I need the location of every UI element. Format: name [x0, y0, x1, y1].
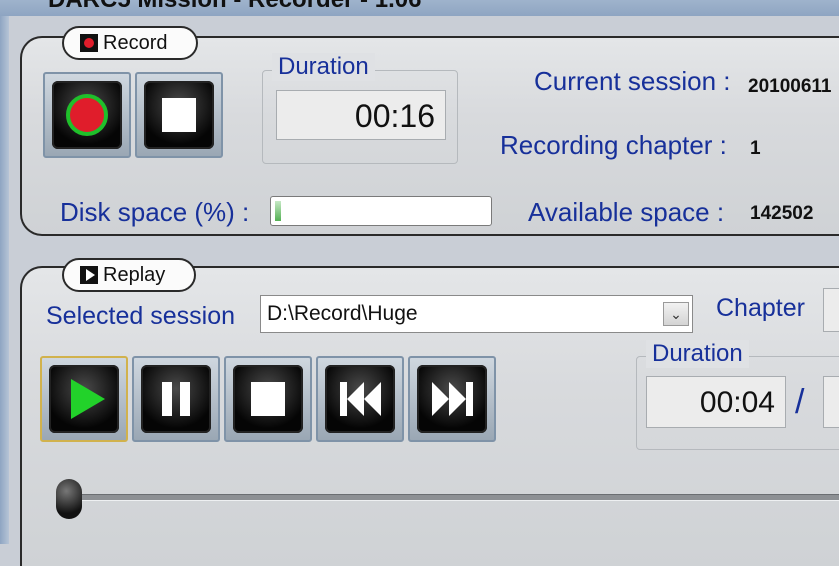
- next-icon: [417, 365, 487, 433]
- chapter-field[interactable]: [823, 288, 839, 332]
- pause-button[interactable]: [132, 356, 220, 442]
- duration-separator: /: [795, 383, 805, 421]
- recording-chapter-label: Recording chapter :: [500, 130, 727, 160]
- stop-icon: [144, 81, 214, 149]
- chapter-label: Chapter: [716, 294, 805, 322]
- replay-stop-button[interactable]: [224, 356, 312, 442]
- record-tab-icon: [80, 34, 98, 52]
- disk-space-label: Disk space (%) :: [60, 197, 250, 227]
- next-button[interactable]: [408, 356, 496, 442]
- selected-session-label: Selected session: [46, 302, 236, 330]
- disk-space-progress: [270, 196, 492, 226]
- record-tab-label: Record: [103, 31, 168, 54]
- replay-position-value: 00:04: [646, 376, 786, 428]
- record-icon: [52, 81, 122, 149]
- window-titlebar: DARC5 Mission - Recorder - 1.06: [0, 0, 839, 16]
- replay-seek-track[interactable]: [60, 494, 839, 501]
- record-tab[interactable]: Record: [62, 26, 198, 60]
- pause-icon: [141, 365, 211, 433]
- current-session-label: Current session :: [534, 66, 731, 96]
- replay-total-duration: [823, 376, 839, 428]
- play-icon: [49, 365, 119, 433]
- selected-session-value: D:\Record\Huge: [267, 302, 418, 325]
- previous-button[interactable]: [316, 356, 404, 442]
- selected-session-dropdown[interactable]: D:\Record\Huge ⌄: [260, 295, 693, 333]
- replay-duration-label: Duration: [646, 340, 749, 368]
- record-stop-button[interactable]: [135, 72, 223, 158]
- window-title: DARC5 Mission - Recorder - 1.06: [48, 0, 421, 14]
- previous-icon: [325, 365, 395, 433]
- replay-tab[interactable]: Replay: [62, 258, 196, 292]
- disk-space-fill: [275, 201, 281, 221]
- window-border: [0, 16, 9, 544]
- stop-icon: [233, 365, 303, 433]
- replay-tab-label: Replay: [103, 263, 166, 286]
- chevron-down-icon[interactable]: ⌄: [663, 302, 689, 326]
- record-duration-value: 00:16: [276, 90, 446, 140]
- available-space-label: Available space :: [528, 197, 725, 227]
- replay-seek-thumb[interactable]: [56, 479, 82, 519]
- play-button[interactable]: [40, 356, 128, 442]
- replay-tab-icon: [80, 266, 98, 284]
- record-duration-label: Duration: [272, 53, 375, 81]
- current-session-value: 20100611: [748, 76, 832, 97]
- record-button[interactable]: [43, 72, 131, 158]
- available-space-value: 142502: [750, 203, 814, 224]
- recording-chapter-value: 1: [750, 138, 761, 159]
